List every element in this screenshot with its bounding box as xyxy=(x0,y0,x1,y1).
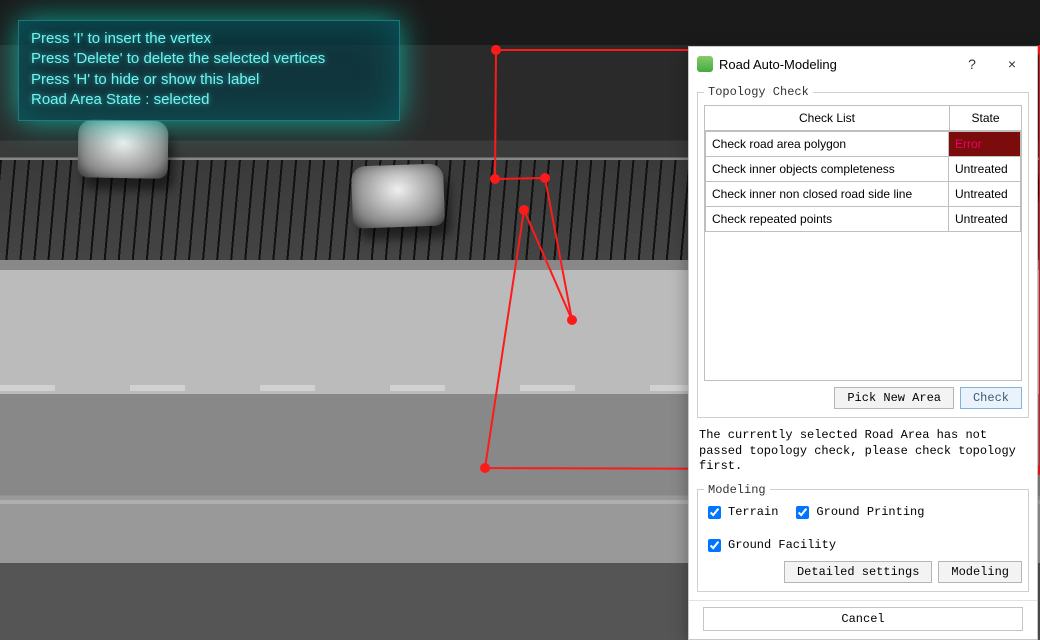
help-button[interactable]: ? xyxy=(955,53,989,75)
pick-new-area-button[interactable]: Pick New Area xyxy=(834,387,954,409)
col-state: State xyxy=(950,106,1022,131)
topology-check-rows: Check road area polygonErrorCheck inner … xyxy=(705,131,1021,232)
app-icon xyxy=(697,56,713,72)
table-row[interactable]: Check inner non closed road side lineUnt… xyxy=(706,182,1021,207)
check-name-cell: Check inner objects completeness xyxy=(706,157,949,182)
terrain-label-text: Terrain xyxy=(728,505,778,519)
check-name-cell: Check repeated points xyxy=(706,207,949,232)
close-button[interactable]: × xyxy=(995,53,1029,75)
check-state-cell: Untreated xyxy=(949,182,1021,207)
col-checklist: Check List xyxy=(705,106,950,131)
topology-check-table: Check List State xyxy=(704,105,1022,131)
topology-check-legend: Topology Check xyxy=(704,85,813,99)
modeling-legend: Modeling xyxy=(704,483,770,497)
hud-line: Press 'I' to insert the vertex xyxy=(31,29,387,49)
check-state-cell: Untreated xyxy=(949,207,1021,232)
ground-printing-checkbox-label[interactable]: Ground Printing xyxy=(792,503,924,522)
table-row[interactable]: Check inner objects completenessUntreate… xyxy=(706,157,1021,182)
vehicle-2 xyxy=(351,163,445,228)
table-row[interactable]: Check road area polygonError xyxy=(706,132,1021,157)
hud-line: Road Area State : selected xyxy=(31,90,387,110)
topology-warning-message: The currently selected Road Area has not… xyxy=(689,426,1037,479)
topology-check-group: Topology Check Check List State Check ro… xyxy=(697,85,1029,418)
road-auto-modeling-dialog[interactable]: Road Auto-Modeling ? × Topology Check Ch… xyxy=(688,46,1038,640)
check-state-cell: Untreated xyxy=(949,157,1021,182)
hud-line: Press 'H' to hide or show this label xyxy=(31,70,387,90)
dialog-titlebar[interactable]: Road Auto-Modeling ? × xyxy=(689,47,1037,81)
table-row[interactable]: Check repeated pointsUntreated xyxy=(706,207,1021,232)
editor-hint-hud: Press 'I' to insert the vertex Press 'De… xyxy=(18,20,400,121)
ground-printing-label-text: Ground Printing xyxy=(816,505,924,519)
check-state-cell: Error xyxy=(949,132,1021,157)
ground-facility-label-text: Ground Facility xyxy=(728,538,836,552)
check-button[interactable]: Check xyxy=(960,387,1022,409)
modeling-button[interactable]: Modeling xyxy=(938,561,1022,583)
ground-facility-checkbox-label[interactable]: Ground Facility xyxy=(704,536,836,555)
hud-line: Press 'Delete' to delete the selected ve… xyxy=(31,49,387,69)
modeling-group: Modeling Terrain Ground Printing Ground … xyxy=(697,483,1029,592)
check-name-cell: Check inner non closed road side line xyxy=(706,182,949,207)
terrain-checkbox-label[interactable]: Terrain xyxy=(704,503,778,522)
detailed-settings-button[interactable]: Detailed settings xyxy=(784,561,932,583)
ground-printing-checkbox[interactable] xyxy=(796,506,809,519)
dialog-title: Road Auto-Modeling xyxy=(719,57,949,72)
check-name-cell: Check road area polygon xyxy=(706,132,949,157)
cancel-button[interactable]: Cancel xyxy=(703,607,1023,631)
vehicle-1 xyxy=(78,119,169,179)
terrain-checkbox[interactable] xyxy=(708,506,721,519)
ground-facility-checkbox[interactable] xyxy=(708,539,721,552)
